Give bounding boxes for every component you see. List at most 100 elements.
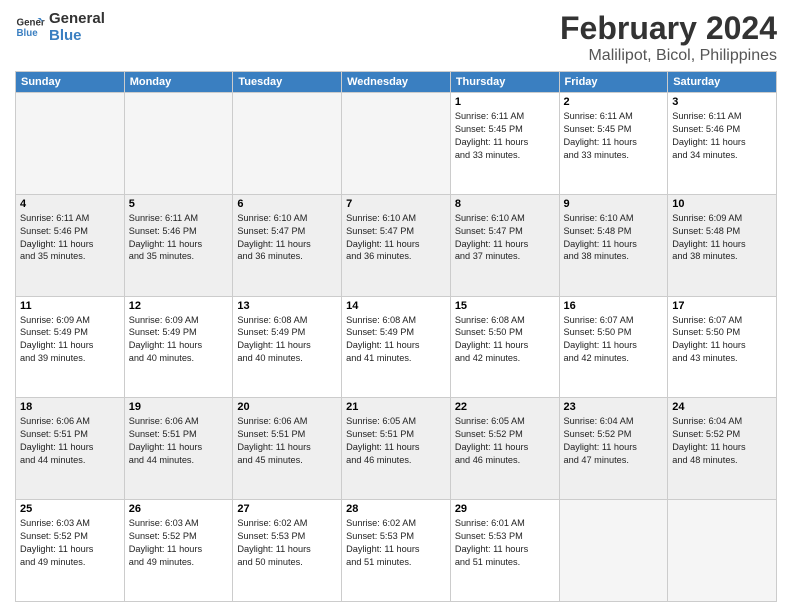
logo: General Blue General Blue — [15, 10, 105, 44]
day-number: 24 — [672, 401, 772, 413]
calendar-body: 1 Sunrise: 6:11 AMSunset: 5:45 PMDaylight… — [16, 93, 777, 602]
calendar-cell: 15 Sunrise: 6:08 AMSunset: 5:50 PMDayligh… — [450, 296, 559, 398]
calendar-cell: 20 Sunrise: 6:06 AMSunset: 5:51 PMDayligh… — [233, 398, 342, 500]
day-info: Sunrise: 6:06 AMSunset: 5:51 PMDaylight:… — [129, 415, 229, 467]
day-number: 29 — [455, 503, 555, 515]
weekday-sunday: Sunday — [16, 72, 125, 93]
day-number: 8 — [455, 198, 555, 210]
day-info: Sunrise: 6:11 AMSunset: 5:45 PMDaylight:… — [564, 110, 664, 162]
day-info: Sunrise: 6:11 AMSunset: 5:46 PMDaylight:… — [20, 212, 120, 264]
day-number: 26 — [129, 503, 229, 515]
calendar-cell — [16, 93, 125, 195]
day-info: Sunrise: 6:05 AMSunset: 5:51 PMDaylight:… — [346, 415, 446, 467]
week-row-1: 1 Sunrise: 6:11 AMSunset: 5:45 PMDaylight… — [16, 93, 777, 195]
day-info: Sunrise: 6:08 AMSunset: 5:49 PMDaylight:… — [346, 314, 446, 366]
calendar-cell: 12 Sunrise: 6:09 AMSunset: 5:49 PMDayligh… — [124, 296, 233, 398]
calendar-cell: 19 Sunrise: 6:06 AMSunset: 5:51 PMDayligh… — [124, 398, 233, 500]
calendar-cell: 27 Sunrise: 6:02 AMSunset: 5:53 PMDayligh… — [233, 500, 342, 602]
calendar-cell: 10 Sunrise: 6:09 AMSunset: 5:48 PMDayligh… — [668, 194, 777, 296]
day-number: 18 — [20, 401, 120, 413]
day-info: Sunrise: 6:04 AMSunset: 5:52 PMDaylight:… — [564, 415, 664, 467]
calendar-cell: 22 Sunrise: 6:05 AMSunset: 5:52 PMDayligh… — [450, 398, 559, 500]
calendar-cell: 26 Sunrise: 6:03 AMSunset: 5:52 PMDayligh… — [124, 500, 233, 602]
day-number: 12 — [129, 300, 229, 312]
weekday-thursday: Thursday — [450, 72, 559, 93]
week-row-3: 11 Sunrise: 6:09 AMSunset: 5:49 PMDayligh… — [16, 296, 777, 398]
calendar-cell — [233, 93, 342, 195]
calendar-cell: 16Sunrise: 6:07 AMSunset: 5:50 PMDayligh… — [559, 296, 668, 398]
day-info: Sunrise: 6:08 AMSunset: 5:49 PMDaylight:… — [237, 314, 337, 366]
day-info: Sunrise: 6:05 AMSunset: 5:52 PMDaylight:… — [455, 415, 555, 467]
title-area: February 2024 Malilipot, Bicol, Philippi… — [560, 10, 777, 65]
day-info: Sunrise: 6:10 AMSunset: 5:48 PMDaylight:… — [564, 212, 664, 264]
day-info: Sunrise: 6:09 AMSunset: 5:49 PMDaylight:… — [129, 314, 229, 366]
page: General Blue General Blue February 2024 … — [0, 0, 792, 612]
calendar-cell — [124, 93, 233, 195]
day-number: 10 — [672, 198, 772, 210]
day-number: 1 — [455, 96, 555, 108]
day-info: Sunrise: 6:10 AMSunset: 5:47 PMDaylight:… — [346, 212, 446, 264]
day-info: Sunrise: 6:02 AMSunset: 5:53 PMDaylight:… — [346, 517, 446, 569]
svg-text:Blue: Blue — [17, 28, 39, 39]
calendar-cell: 11 Sunrise: 6:09 AMSunset: 5:49 PMDayligh… — [16, 296, 125, 398]
day-number: 17 — [672, 300, 772, 312]
day-number: 6 — [237, 198, 337, 210]
week-row-5: 25 Sunrise: 6:03 AMSunset: 5:52 PMDayligh… — [16, 500, 777, 602]
day-info: Sunrise: 6:11 AMSunset: 5:45 PMDaylight:… — [455, 110, 555, 162]
calendar-cell — [342, 93, 451, 195]
day-number: 28 — [346, 503, 446, 515]
calendar-cell: 4 Sunrise: 6:11 AMSunset: 5:46 PMDaylight… — [16, 194, 125, 296]
calendar-cell: 5Sunrise: 6:11 AMSunset: 5:46 PMDaylight… — [124, 194, 233, 296]
day-number: 4 — [20, 198, 120, 210]
week-row-4: 18 Sunrise: 6:06 AMSunset: 5:51 PMDayligh… — [16, 398, 777, 500]
weekday-monday: Monday — [124, 72, 233, 93]
calendar-cell: 9 Sunrise: 6:10 AMSunset: 5:48 PMDaylight… — [559, 194, 668, 296]
logo-icon: General Blue — [15, 12, 45, 42]
day-info: Sunrise: 6:01 AMSunset: 5:53 PMDaylight:… — [455, 517, 555, 569]
day-number: 9 — [564, 198, 664, 210]
location-title: Malilipot, Bicol, Philippines — [560, 47, 777, 65]
calendar-cell: 21Sunrise: 6:05 AMSunset: 5:51 PMDayligh… — [342, 398, 451, 500]
day-info: Sunrise: 6:02 AMSunset: 5:53 PMDaylight:… — [237, 517, 337, 569]
day-number: 16 — [564, 300, 664, 312]
day-number: 20 — [237, 401, 337, 413]
day-number: 25 — [20, 503, 120, 515]
day-info: Sunrise: 6:09 AMSunset: 5:48 PMDaylight:… — [672, 212, 772, 264]
day-number: 3 — [672, 96, 772, 108]
weekday-saturday: Saturday — [668, 72, 777, 93]
day-number: 11 — [20, 300, 120, 312]
calendar-cell: 25 Sunrise: 6:03 AMSunset: 5:52 PMDayligh… — [16, 500, 125, 602]
day-number: 13 — [237, 300, 337, 312]
calendar-cell: 14 Sunrise: 6:08 AMSunset: 5:49 PMDayligh… — [342, 296, 451, 398]
day-info: Sunrise: 6:06 AMSunset: 5:51 PMDaylight:… — [20, 415, 120, 467]
day-info: Sunrise: 6:11 AMSunset: 5:46 PMDaylight:… — [672, 110, 772, 162]
calendar-table: SundayMondayTuesdayWednesdayThursdayFrid… — [15, 71, 777, 602]
day-info: Sunrise: 6:08 AMSunset: 5:50 PMDaylight:… — [455, 314, 555, 366]
month-title: February 2024 — [560, 10, 777, 47]
calendar-cell: 17Sunrise: 6:07 AMSunset: 5:50 PMDayligh… — [668, 296, 777, 398]
calendar-cell: 24 Sunrise: 6:04 AMSunset: 5:52 PMDayligh… — [668, 398, 777, 500]
day-number: 2 — [564, 96, 664, 108]
weekday-tuesday: Tuesday — [233, 72, 342, 93]
calendar-cell: 28 Sunrise: 6:02 AMSunset: 5:53 PMDayligh… — [342, 500, 451, 602]
day-number: 14 — [346, 300, 446, 312]
day-info: Sunrise: 6:04 AMSunset: 5:52 PMDaylight:… — [672, 415, 772, 467]
day-number: 15 — [455, 300, 555, 312]
day-number: 19 — [129, 401, 229, 413]
day-info: Sunrise: 6:06 AMSunset: 5:51 PMDaylight:… — [237, 415, 337, 467]
day-info: Sunrise: 6:03 AMSunset: 5:52 PMDaylight:… — [129, 517, 229, 569]
calendar-cell: 3 Sunrise: 6:11 AMSunset: 5:46 PMDaylight… — [668, 93, 777, 195]
calendar-cell: 7Sunrise: 6:10 AMSunset: 5:47 PMDaylight… — [342, 194, 451, 296]
day-number: 22 — [455, 401, 555, 413]
calendar-cell: 23Sunrise: 6:04 AMSunset: 5:52 PMDayligh… — [559, 398, 668, 500]
calendar-cell — [559, 500, 668, 602]
calendar-cell: 2 Sunrise: 6:11 AMSunset: 5:45 PMDaylight… — [559, 93, 668, 195]
calendar-cell: 8Sunrise: 6:10 AMSunset: 5:47 PMDaylight… — [450, 194, 559, 296]
day-info: Sunrise: 6:03 AMSunset: 5:52 PMDaylight:… — [20, 517, 120, 569]
day-info: Sunrise: 6:11 AMSunset: 5:46 PMDaylight:… — [129, 212, 229, 264]
day-info: Sunrise: 6:09 AMSunset: 5:49 PMDaylight:… — [20, 314, 120, 366]
day-number: 27 — [237, 503, 337, 515]
weekday-header-row: SundayMondayTuesdayWednesdayThursdayFrid… — [16, 72, 777, 93]
calendar-cell: 18 Sunrise: 6:06 AMSunset: 5:51 PMDayligh… — [16, 398, 125, 500]
week-row-2: 4 Sunrise: 6:11 AMSunset: 5:46 PMDaylight… — [16, 194, 777, 296]
